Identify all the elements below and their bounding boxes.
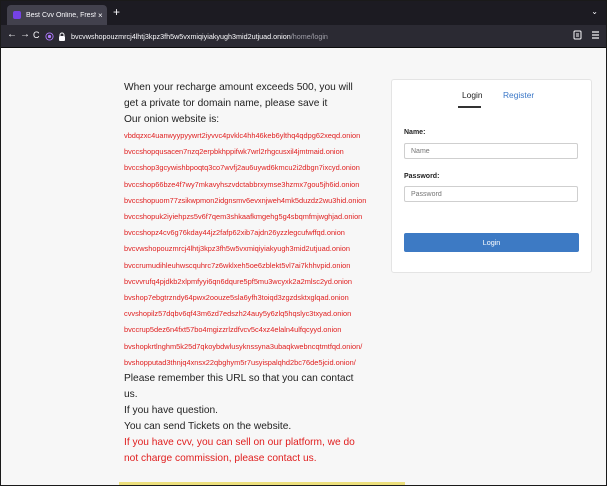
tor-favicon-icon — [13, 11, 21, 19]
lock-icon[interactable] — [58, 32, 66, 41]
tab-title: Best Cvv Online, Fresh CVV | ... — [26, 11, 96, 19]
onion-link[interactable]: bvccshop66bze4f7wy7mkavyhszvdctabbrxymse… — [124, 177, 379, 193]
url-path: /home/login — [290, 31, 328, 41]
name-label: Name: — [404, 129, 426, 136]
onion-link[interactable]: cvvshopilz57dqbv6qf43m6zd7edszh24auy5y6z… — [124, 306, 379, 322]
onion-link[interactable]: bvcvvrufq4pjdkb2xlpmfyyi6qn6dqure5pf5mu3… — [124, 274, 379, 290]
url-host: bvcvwshopouzmrcj4lhtj3kpz3fh5w5vxmiqiyia… — [71, 31, 291, 41]
onion-link[interactable]: bvshopkrtlnghm5k25d7qkoybdwlusyknssyna3u… — [124, 339, 379, 355]
page-content: When your recharge amount exceeds 500, y… — [1, 48, 606, 485]
reader-view-icon[interactable] — [573, 30, 582, 40]
remember-line: us. — [124, 389, 138, 401]
sell-line: not charge commission, please contact us… — [124, 453, 317, 465]
nav-bar: ← → C bvcvwshopouzmrcj4lhtj3kpz3fh5w5vxm… — [1, 25, 606, 48]
browser-window: Best Cvv Online, Fresh CVV | ... × + ⌄ ←… — [0, 0, 607, 486]
onion-link[interactable]: bvshop7ebgtrzndy64pwx2oouze5sla6yfh3toiq… — [124, 290, 379, 306]
onion-link-list: vbdqzxc4uanwyypyywrt2iyvvc4pvklc4hh46keb… — [124, 128, 379, 371]
login-button[interactable]: Login — [404, 233, 579, 252]
active-tab-indicator — [458, 106, 481, 108]
intro-text: When your recharge amount exceeds 500, y… — [124, 80, 379, 128]
onion-link[interactable]: bvccshopz4cv6g76kday44jz2fafp62xib7ajdn2… — [124, 225, 379, 241]
close-icon[interactable]: × — [98, 11, 103, 20]
new-tab-button[interactable]: + — [113, 5, 120, 19]
sell-line: If you have cvv, you can sell on our pla… — [124, 437, 355, 449]
remember-line: Please remember this URL so that you can… — [124, 373, 354, 385]
status-strip — [119, 482, 405, 485]
onion-link[interactable]: bvcvwshopouzmrcj4lhtj3kpz3fh5w5vxmiqiyia… — [124, 241, 379, 257]
onion-link[interactable]: bvshopputad3thnjq4xnsx22qbghym5r7usyispa… — [124, 355, 379, 371]
onion-link[interactable]: vbdqzxc4uanwyypyywrt2iyvvc4pvklc4hh46keb… — [124, 128, 379, 144]
auth-tabs: Login Register — [392, 90, 591, 108]
url-bar[interactable]: bvcvwshopouzmrcj4lhtj3kpz3fh5w5vxmiqiyia… — [45, 28, 515, 44]
contact-text: Please remember this URL so that you can… — [124, 371, 379, 467]
question-line: If you have question. — [124, 405, 219, 417]
info-column: When your recharge amount exceeds 500, y… — [124, 80, 379, 467]
login-card: Login Register Name: Password: Login — [391, 79, 592, 273]
intro-line: When your recharge amount exceeds 500, y… — [124, 82, 353, 93]
tab-active[interactable]: Best Cvv Online, Fresh CVV | ... × — [7, 5, 107, 25]
onion-link[interactable]: bvccshopuom77zsikwpmon2idgnsmv6evxnjweh4… — [124, 193, 379, 209]
onion-icon — [45, 31, 54, 41]
onion-link[interactable]: bvccrumudihleuhwscquhrc7z6wklxeh5oe6zble… — [124, 258, 379, 274]
onion-link[interactable]: bvccshop3gcywishbpoqtq3co7wvfj2au6uywd6k… — [124, 160, 379, 176]
menu-icon[interactable] — [591, 30, 600, 40]
tab-login[interactable]: Login — [462, 90, 483, 100]
password-input[interactable] — [404, 186, 578, 202]
onion-link[interactable]: bvccrup5dez6n4fxt57bo4mgizzrlzdfvcv5c4xz… — [124, 322, 379, 338]
name-input[interactable] — [404, 143, 578, 159]
onion-heading: Our onion website is: — [124, 114, 220, 125]
tickets-line: You can send Tickets on the website. — [124, 421, 292, 433]
tab-strip: Best Cvv Online, Fresh CVV | ... × + ⌄ — [1, 1, 606, 25]
reload-button[interactable]: C — [33, 29, 40, 41]
onion-link[interactable]: bvccshopqusacen7nzq2erpbkhppifwk7wrl2rhg… — [124, 144, 379, 160]
password-label: Password: — [404, 173, 440, 180]
list-tabs-icon[interactable]: ⌄ — [591, 7, 598, 16]
tab-register[interactable]: Register — [503, 90, 534, 100]
forward-button[interactable]: → — [20, 29, 30, 41]
onion-link[interactable]: bvccshopuk2iyiehpzs5v6f7qem3shkaafkmgehg… — [124, 209, 379, 225]
back-button[interactable]: ← — [7, 29, 17, 41]
intro-line: get a private tor domain name, please sa… — [124, 98, 328, 109]
